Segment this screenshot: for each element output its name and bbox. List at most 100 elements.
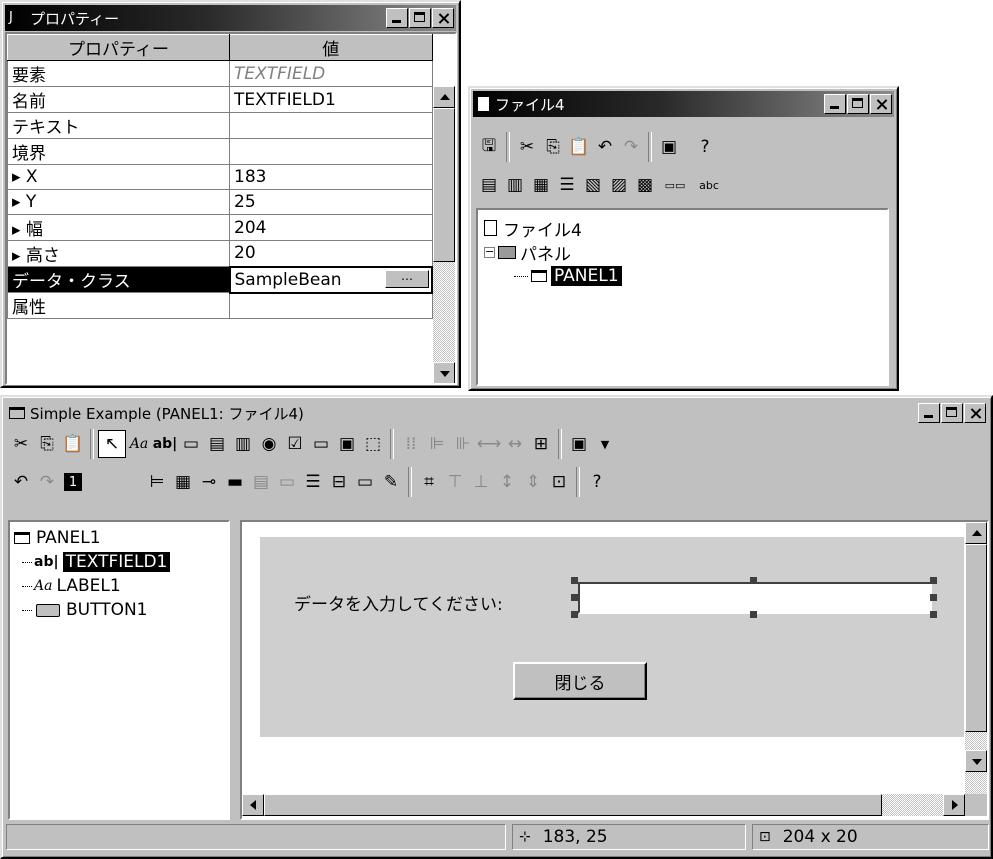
tree-root[interactable]: ファイル4 (484, 216, 622, 241)
cut-icon[interactable]: ✂ (514, 134, 540, 160)
new-panel-icon[interactable]: ▤ (476, 172, 502, 198)
scroll-left-button[interactable] (242, 794, 264, 816)
chooser-button[interactable]: ⋯ (385, 269, 429, 288)
resize-handle[interactable] (750, 611, 757, 618)
tree-item-button[interactable]: BUTTON1 (14, 598, 170, 622)
example-titlebar[interactable]: Simple Example (PANEL1: ファイル4) (5, 400, 988, 426)
save-icon[interactable]: 🖫 (476, 134, 502, 160)
table-tool-icon[interactable]: ▦ (170, 469, 196, 495)
textfield-tool-icon[interactable]: ab| (152, 431, 178, 457)
redo-icon[interactable]: ↷ (34, 469, 60, 495)
column-header-value[interactable]: 値 (229, 34, 433, 61)
property-row[interactable]: ▸ Y 25 (7, 189, 433, 215)
canvas-horizontal-scrollbar[interactable] (242, 794, 965, 816)
new-dialog-icon[interactable]: ▦ (528, 172, 554, 198)
select-arrow-icon[interactable]: ↖ (98, 430, 126, 458)
maximize-button[interactable] (941, 403, 963, 423)
grid-snap-icon[interactable]: ⌗ (416, 469, 442, 495)
scrollbar-tool-icon[interactable]: ▭ (274, 469, 300, 495)
same-width-icon[interactable]: ⟷ (476, 431, 502, 457)
list-tool-icon[interactable]: ▥ (230, 431, 256, 457)
grid-icon[interactable]: ⁞⁞ (398, 431, 424, 457)
maximize-button[interactable] (847, 94, 869, 114)
property-value[interactable]: 25 (229, 189, 433, 215)
property-value[interactable]: 204 (229, 214, 433, 241)
properties-icon[interactable]: ▣ (656, 134, 682, 160)
resize-handle[interactable] (930, 594, 937, 601)
minimize-button[interactable] (824, 94, 846, 114)
space-vertical-icon[interactable]: ⇕ (520, 469, 546, 495)
copy-icon[interactable]: ⎘ (540, 134, 566, 160)
scroll-down-button[interactable] (965, 750, 987, 772)
new-menu-icon[interactable]: ☰ (554, 172, 580, 198)
collapse-toggle-icon[interactable]: − (484, 246, 495, 258)
same-height-icon[interactable]: ↕ (494, 469, 520, 495)
property-row[interactable]: ▸ 幅 204 (7, 214, 433, 241)
file-window-titlebar[interactable]: ファイル4 (473, 91, 894, 117)
scroll-right-button[interactable] (943, 794, 965, 816)
property-value[interactable]: 183 (229, 164, 433, 190)
property-row[interactable]: 名前 TEXTFIELD1 (7, 86, 433, 113)
property-row[interactable]: ▸ X 183 (7, 164, 433, 190)
scroll-thumb[interactable] (433, 108, 455, 262)
align-bottom-icon[interactable]: ⊥ (468, 469, 494, 495)
groupbox-tool-icon[interactable]: ⬚ (360, 431, 386, 457)
button-tool-icon[interactable]: ▭ (178, 431, 204, 457)
center-vertical-icon[interactable]: ⊡ (546, 469, 572, 495)
label-tool-icon[interactable]: Aa (126, 431, 152, 457)
copy-icon[interactable]: ⎘ (34, 431, 60, 457)
center-horizontal-icon[interactable]: ⊞ (528, 431, 554, 457)
new-popup-icon[interactable]: ▧ (580, 172, 606, 198)
new-tab-icon[interactable]: ▨ (606, 172, 632, 198)
property-value[interactable]: SampleBean ⋯ (228, 265, 433, 294)
align-right-icon[interactable]: ⊪ (450, 431, 476, 457)
slider-tool-icon[interactable]: ⊸ (196, 469, 222, 495)
help-icon[interactable]: ? (584, 469, 610, 495)
property-row[interactable]: 属性 (7, 292, 433, 319)
property-row[interactable]: 要素 TEXTFIELD (7, 60, 433, 87)
design-panel[interactable]: データを入力してください: 閉じる (260, 537, 964, 737)
undo-icon[interactable]: ↶ (8, 469, 34, 495)
resize-handle[interactable] (930, 611, 937, 618)
new-frame-icon[interactable]: ▥ (502, 172, 528, 198)
new-resource-icon[interactable]: ▭▭ (658, 172, 692, 198)
editor-tool-icon[interactable]: ✎ (378, 469, 404, 495)
tree-tool-icon[interactable]: ⊨ (144, 469, 170, 495)
spinner-tool-icon[interactable]: ▤ (204, 431, 230, 457)
property-value[interactable] (229, 292, 433, 319)
property-scrollbar[interactable] (433, 86, 455, 383)
property-value[interactable]: TEXTFIELD1 (229, 86, 433, 113)
resize-handle[interactable] (750, 577, 757, 584)
dropdown-arrow-icon[interactable]: ▼ (592, 431, 618, 457)
close-button[interactable] (870, 94, 892, 114)
resize-handle[interactable] (930, 577, 937, 584)
new-string-icon[interactable]: abc (692, 172, 726, 198)
property-row[interactable]: テキスト (7, 112, 433, 139)
property-row[interactable]: データ・クラス SampleBean ⋯ (7, 265, 433, 294)
scroll-thumb[interactable] (264, 794, 882, 816)
tree-item-textfield[interactable]: ab| TEXTFIELD1 (14, 550, 171, 574)
progress-tool-icon[interactable]: ▬ (222, 469, 248, 495)
property-value[interactable]: 20 (229, 240, 433, 267)
data-entry-label[interactable]: データを入力してください: (294, 590, 503, 615)
cut-icon[interactable]: ✂ (8, 431, 34, 457)
property-value[interactable]: TEXTFIELD (229, 60, 433, 87)
resize-handle[interactable] (571, 577, 578, 584)
column-header-property[interactable]: プロパティー (7, 34, 230, 61)
canvas-vertical-scrollbar[interactable] (965, 522, 987, 794)
scroll-down-button[interactable] (433, 362, 455, 383)
property-row[interactable]: 境界 (7, 138, 433, 165)
tree-root-panel[interactable]: PANEL1 (14, 526, 170, 550)
tabbed-pane-tool-icon[interactable]: ▭ (352, 469, 378, 495)
resize-handle[interactable] (571, 611, 578, 618)
property-row[interactable]: ▸ 高さ 20 (7, 240, 433, 267)
minimize-button[interactable] (918, 403, 940, 423)
tree-item-label1[interactable]: Aa LABEL1 (14, 574, 170, 598)
tree-folder[interactable]: − パネル (484, 240, 622, 265)
close-button[interactable] (964, 403, 986, 423)
scroll-up-button[interactable] (965, 522, 987, 544)
close-button[interactable] (432, 8, 454, 28)
tree-panel-item[interactable]: PANEL1 (484, 264, 622, 288)
space-horizontal-icon[interactable]: ↔ (502, 431, 528, 457)
properties-icon[interactable]: ▣ (566, 431, 592, 457)
